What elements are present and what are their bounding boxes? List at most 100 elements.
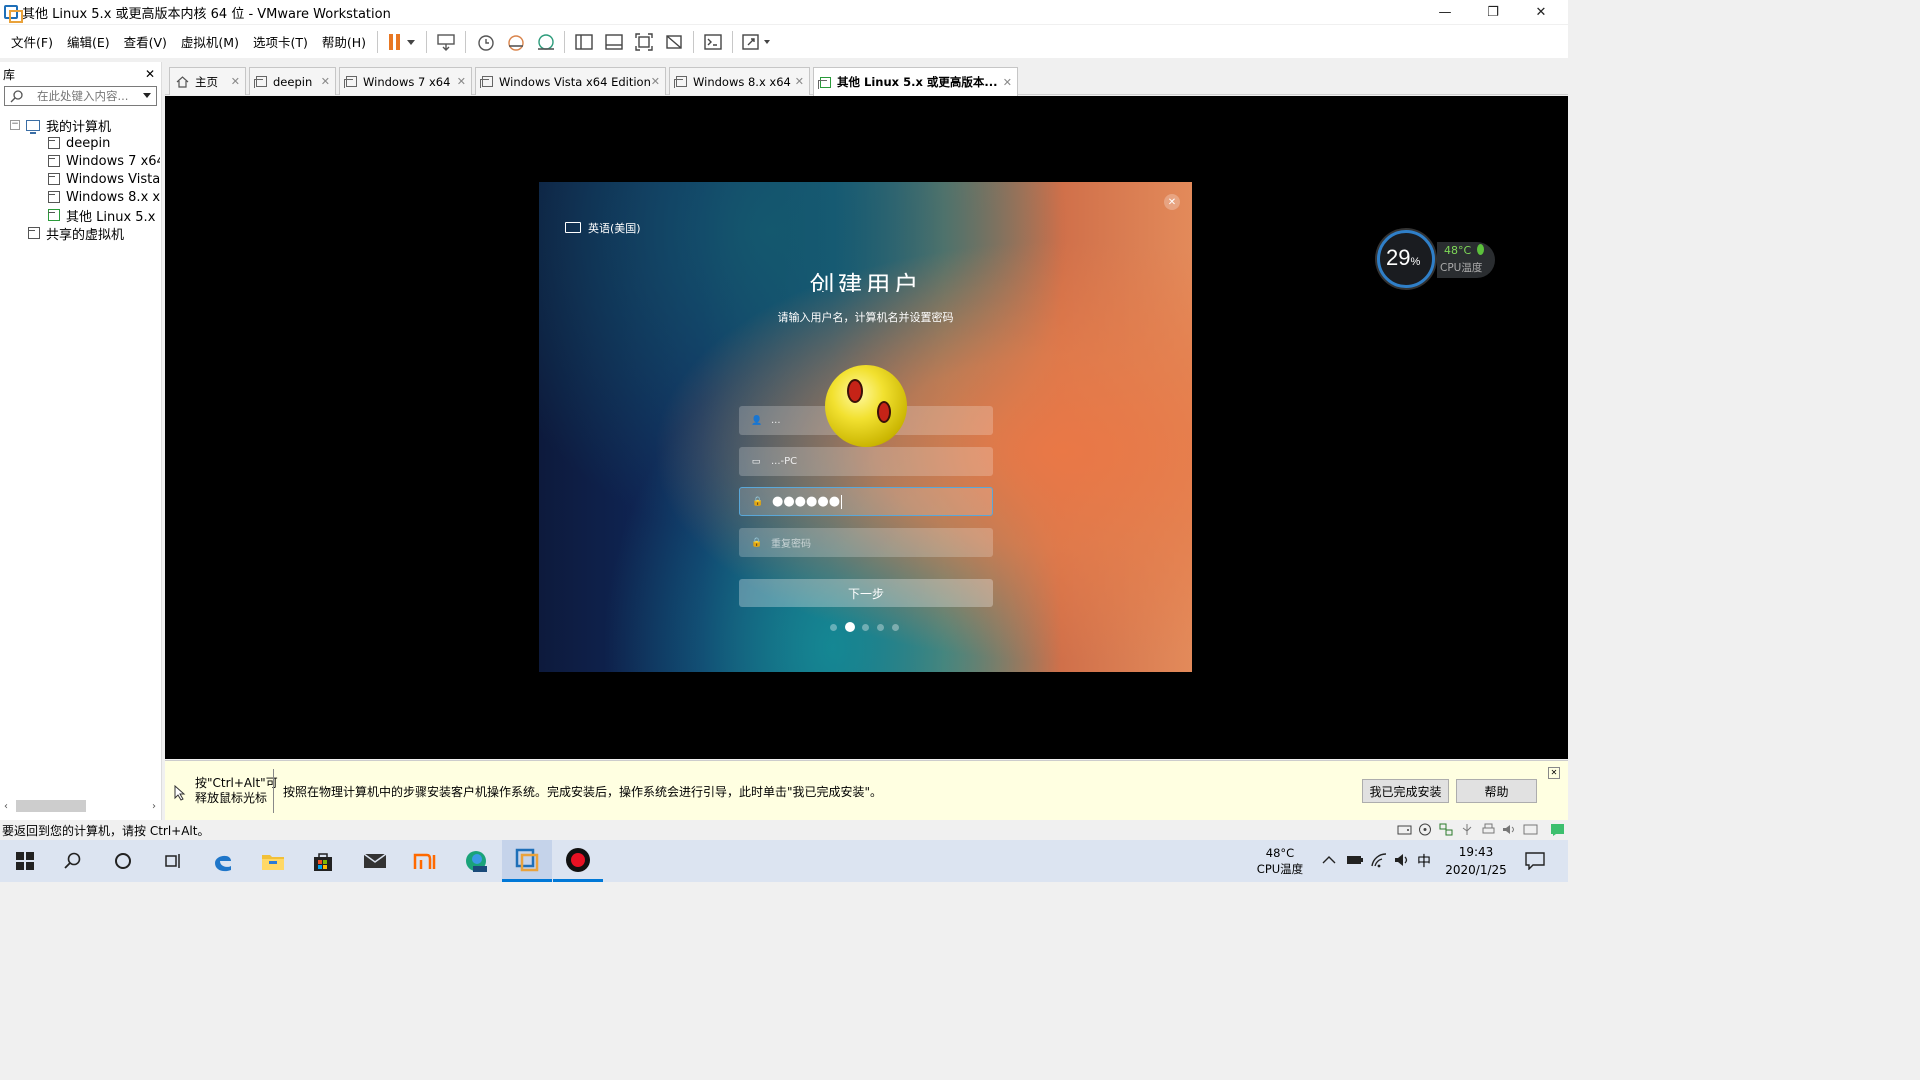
tree-item-linux[interactable]: 其他 Linux 5.x 或更高版本内核 64 位 [48,206,160,224]
mi-app-button[interactable] [400,840,450,882]
usb-icon[interactable] [1460,823,1475,836]
battery-icon[interactable] [1346,854,1364,866]
tree-item-windows-7[interactable]: Windows 7 x64 [48,152,160,170]
minimize-button[interactable]: — [1422,0,1468,24]
tab-windows-8[interactable]: Windows 8.x x64 ✕ [669,67,810,95]
hard-disk-icon[interactable] [1397,823,1412,836]
hostname-field[interactable]: ▭ ...-PC [739,447,993,476]
unity-icon[interactable] [662,30,686,54]
vm-icon [48,137,60,149]
tree-item-windows-8[interactable]: Windows 8.x x64 [48,188,160,206]
tab-close-icon[interactable]: ✕ [321,75,330,88]
scroll-left-icon[interactable]: ‹ [4,801,8,812]
cpu-gauge-widget[interactable]: 29% 48°C CPU温度 [1377,230,1497,290]
message-log-icon[interactable] [1550,823,1566,836]
clock[interactable]: 19:43 2020/1/25 [1440,843,1512,879]
tab-close-icon[interactable]: ✕ [457,75,466,88]
help-button[interactable]: 帮助 [1456,779,1537,803]
windows-taskbar: 48°C CPU温度 中 19:43 2020/1/25 [0,840,1568,882]
vm-console[interactable]: ✕ 英语(美国) 创建用户 请输入用户名，计算机名并设置密码 👤... ▭...… [165,96,1568,759]
step-dot [830,624,837,631]
vmware-app-icon[interactable] [4,5,23,23]
task-view-button[interactable] [148,840,198,882]
menu-tabs[interactable]: 选项卡(T) [246,32,315,51]
menu-file[interactable]: 文件(F) [4,32,60,51]
snapshot-icon[interactable] [473,30,497,54]
lock-icon: 🔒 [751,537,763,548]
menu-help[interactable]: 帮助(H) [315,32,373,51]
tree-item-windows-vista[interactable]: Windows Vista x64 Edition [48,170,160,188]
thumbnail-bar-icon[interactable] [602,30,626,54]
revert-snapshot-icon[interactable] [503,30,527,54]
installer-window: ✕ 英语(美国) 创建用户 请输入用户名，计算机名并设置密码 👤... ▭...… [539,182,1192,672]
vm-icon [48,155,60,167]
tree-item-my-computer[interactable]: 我的计算机 [26,116,111,134]
send-ctrl-alt-del-icon[interactable] [434,30,458,54]
library-search-input[interactable]: 在此处键入内容... [4,86,157,106]
ime-indicator[interactable]: 中 [1417,851,1431,871]
show-hidden-icons-icon[interactable] [1322,855,1336,865]
tab-windows-7[interactable]: Windows 7 x64 ✕ [339,67,472,95]
cpu-temp-value: 48°C [1444,244,1472,257]
close-button[interactable]: ✕ [1518,0,1564,24]
sound-icon[interactable] [1502,823,1517,836]
installer-close-icon[interactable]: ✕ [1164,194,1180,210]
tab-windows-vista[interactable]: Windows Vista x64 Edition ✕ [475,67,666,95]
file-explorer-button[interactable] [248,840,298,882]
vm-icon [674,76,687,88]
vmware-taskbar-button[interactable] [502,840,552,882]
tree-item-label: 我的计算机 [46,119,112,135]
start-button[interactable] [0,840,50,882]
menu-vm[interactable]: 虚拟机(M) [174,32,246,51]
console-view-icon[interactable] [701,30,725,54]
cd-dvd-icon[interactable] [1418,823,1433,836]
edge-browser-button[interactable] [198,840,248,882]
action-center-icon[interactable] [1525,852,1545,870]
store-button[interactable] [298,840,348,882]
menu-view[interactable]: 查看(V) [117,32,174,51]
tree-collapse-icon[interactable]: − [10,120,20,130]
tab-linux[interactable]: 其他 Linux 5.x 或更高版本... ✕ [813,67,1018,96]
infobar-close-icon[interactable]: ✕ [1548,767,1560,779]
language-selector[interactable]: 英语(美国) [588,220,641,236]
edge-beta-button[interactable] [451,840,501,882]
mail-button[interactable] [350,840,400,882]
full-screen-icon[interactable] [632,30,656,54]
pause-icon[interactable] [385,30,419,54]
library-close-icon[interactable]: ✕ [145,67,155,81]
tab-deepin[interactable]: deepin ✕ [249,67,336,95]
dropdown-arrow-icon[interactable] [142,92,152,100]
tab-close-icon[interactable]: ✕ [231,75,240,88]
wifi-icon[interactable] [1370,852,1388,868]
vm-icon [48,191,60,203]
network-adapter-icon[interactable] [1439,823,1454,836]
library-horizontal-scrollbar[interactable]: ‹ › [4,798,158,814]
search-button[interactable] [48,840,98,882]
volume-icon[interactable] [1394,852,1412,868]
screen-recorder-button[interactable] [553,840,603,882]
snapshot-manager-icon[interactable] [533,30,557,54]
scroll-right-icon[interactable]: › [152,801,156,812]
repeat-password-field[interactable]: 🔒 重复密码 [739,528,993,557]
vm-icon [48,173,60,185]
finish-install-button[interactable]: 我已完成安装 [1362,779,1449,803]
printer-icon[interactable] [1481,823,1496,836]
tab-home[interactable]: 主页 ✕ [169,67,246,95]
store-icon [314,853,332,871]
display-icon[interactable] [1523,823,1538,836]
stretch-view-icon[interactable] [740,30,774,54]
menu-edit[interactable]: 编辑(E) [60,32,117,51]
next-button[interactable]: 下一步 [739,579,993,607]
maximize-button[interactable]: ❐ [1470,0,1516,24]
user-avatar[interactable] [825,365,907,447]
tab-close-icon[interactable]: ✕ [651,75,660,88]
tab-close-icon[interactable]: ✕ [1003,76,1012,89]
password-field[interactable]: 🔒 ●●●●●● [739,487,993,516]
tab-close-icon[interactable]: ✕ [795,75,804,88]
library-title: 库 [3,67,16,82]
cortana-button[interactable] [98,840,148,882]
show-library-icon[interactable] [572,30,596,54]
tree-item-shared-vms[interactable]: 共享的虚拟机 [28,224,124,242]
tree-item-deepin[interactable]: deepin [48,134,160,152]
scrollbar-thumb[interactable] [16,800,86,812]
